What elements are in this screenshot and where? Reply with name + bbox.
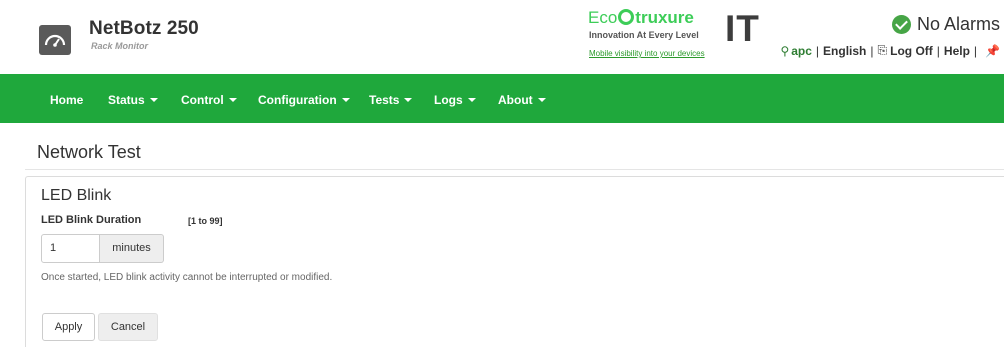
cancel-button[interactable]: Cancel bbox=[98, 313, 158, 341]
page-title: Network Test bbox=[37, 142, 141, 162]
duration-unit: minutes bbox=[100, 234, 164, 263]
apply-button[interactable]: Apply bbox=[42, 313, 95, 341]
divider: | bbox=[815, 43, 820, 58]
caret-down-icon bbox=[149, 98, 158, 102]
top-links: ⚲ apc | English | ⎘ Log Off | Help | 📌 bbox=[780, 43, 1000, 58]
language-link[interactable]: English bbox=[823, 44, 866, 58]
product-name: NetBotz 250 bbox=[89, 18, 199, 39]
nav-control[interactable]: Control bbox=[181, 93, 237, 107]
nav-logs[interactable]: Logs bbox=[434, 93, 476, 107]
caret-down-icon bbox=[404, 98, 413, 102]
mobile-visibility-link[interactable]: Mobile visibility into your devices bbox=[589, 49, 705, 58]
nav-configuration[interactable]: Configuration bbox=[258, 93, 350, 107]
divider: | bbox=[973, 43, 978, 58]
nav-home[interactable]: Home bbox=[50, 93, 83, 107]
nav-tests[interactable]: Tests bbox=[369, 93, 413, 107]
divider: | bbox=[870, 43, 874, 58]
eco-it-mark: IT bbox=[725, 8, 760, 49]
caret-down-icon bbox=[537, 98, 546, 102]
section-title: LED Blink bbox=[41, 187, 112, 204]
caret-down-icon bbox=[228, 98, 237, 102]
user-icon: ⚲ bbox=[780, 43, 790, 58]
check-circle-icon bbox=[891, 15, 911, 34]
gauge-icon bbox=[39, 25, 71, 55]
ecostruxure-wordmark: Eco truxure bbox=[588, 8, 694, 27]
caret-down-icon bbox=[467, 98, 476, 102]
product-subtitle: Rack Monitor bbox=[91, 41, 149, 51]
logoff-link[interactable]: Log Off bbox=[890, 44, 933, 58]
duration-label: LED Blink Duration bbox=[41, 214, 142, 226]
pin-icon[interactable]: 📌 bbox=[985, 44, 1000, 58]
nav-about[interactable]: About bbox=[498, 93, 546, 107]
ecostruxure-swirl-icon bbox=[618, 9, 635, 25]
alarm-status[interactable]: No Alarms bbox=[891, 14, 1000, 35]
caret-down-icon bbox=[341, 98, 350, 102]
eco-tagline: Innovation At Every Level bbox=[589, 30, 699, 40]
header: NetBotz 250 Rack Monitor Eco truxure Inno… bbox=[0, 0, 1004, 74]
title-divider bbox=[25, 169, 1004, 170]
user-link[interactable]: apc bbox=[791, 44, 812, 58]
duration-input-group: 1 minutes bbox=[41, 234, 164, 263]
help-link[interactable]: Help bbox=[944, 44, 970, 58]
divider: | bbox=[936, 43, 940, 58]
duration-input[interactable]: 1 bbox=[41, 234, 100, 263]
help-text: Once started, LED blink activity cannot … bbox=[41, 272, 333, 283]
alarm-status-text: No Alarms bbox=[916, 14, 1000, 34]
nav-status[interactable]: Status bbox=[108, 93, 158, 107]
logoff-icon: ⎘ bbox=[877, 43, 888, 57]
main-nav: Home Status Control Configuration Tests … bbox=[0, 74, 1004, 123]
led-blink-panel bbox=[25, 176, 1004, 347]
duration-range: [1 to 99] bbox=[188, 216, 223, 226]
